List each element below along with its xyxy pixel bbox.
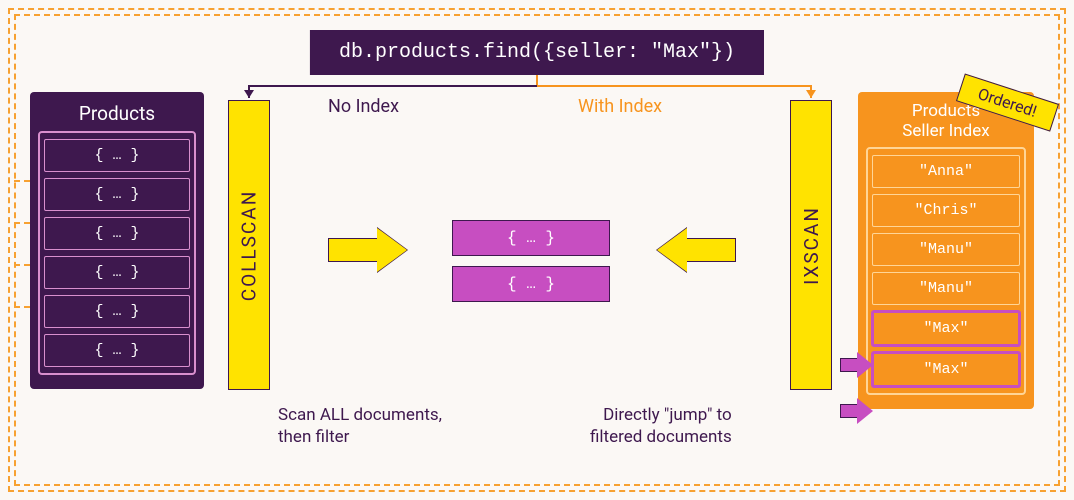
collscan-label: COLLSCAN xyxy=(238,189,261,301)
products-inner: { … } { … } { … } { … } { … } { … } xyxy=(38,131,196,375)
mini-arrow-to-max xyxy=(840,398,874,424)
arrow-collscan-to-results xyxy=(328,228,408,272)
mini-arrow-to-max xyxy=(840,352,874,378)
dashed-connector xyxy=(14,264,30,266)
index-inner: "Anna" "Chris" "Manu" "Manu" "Max" "Max" xyxy=(866,147,1026,395)
with-index-label: With Index xyxy=(578,96,662,117)
no-index-label: No Index xyxy=(328,96,399,117)
dashed-connector xyxy=(14,180,30,182)
ixscan-label: IXSCAN xyxy=(800,206,823,285)
arrow-ixscan-to-results xyxy=(656,228,736,272)
products-collection: Products { … } { … } { … } { … } { … } {… xyxy=(30,92,204,389)
products-title: Products xyxy=(38,102,196,125)
seller-index-collection: Products Seller Index "Anna" "Chris" "Ma… xyxy=(858,92,1034,409)
index-row: "Anna" xyxy=(872,155,1020,188)
doc-row: { … } xyxy=(44,139,190,172)
doc-row: { … } xyxy=(44,295,190,328)
ixscan-caption: Directly "jump" to filtered documents xyxy=(590,404,732,448)
dashed-connector xyxy=(14,306,30,308)
index-row: "Chris" xyxy=(872,194,1020,227)
dashed-connector xyxy=(14,222,30,224)
collscan-caption: Scan ALL documents, then filter xyxy=(278,404,442,448)
index-row-match: "Max" xyxy=(872,352,1020,387)
collscan-bar: COLLSCAN xyxy=(228,100,270,390)
doc-row: { … } xyxy=(44,178,190,211)
doc-row: { … } xyxy=(44,217,190,250)
index-row-match: "Max" xyxy=(872,311,1020,346)
doc-row: { … } xyxy=(44,256,190,289)
query-box: db.products.find({seller: "Max"}) xyxy=(310,30,764,75)
ixscan-bar: IXSCAN xyxy=(790,100,832,390)
doc-row: { … } xyxy=(44,334,190,367)
index-row: "Manu" xyxy=(872,272,1020,305)
result-doc: { … } xyxy=(452,266,610,302)
result-doc: { … } xyxy=(452,220,610,256)
index-row: "Manu" xyxy=(872,233,1020,266)
